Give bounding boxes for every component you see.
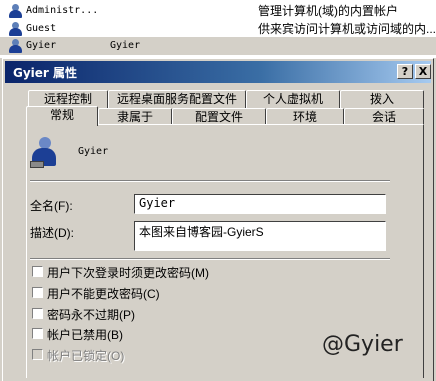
user-list: Administr... 管理计算机(域)的内置帐户 Guest 供来宾访问计算… bbox=[0, 0, 436, 58]
dialog-title: Gyier 属性 bbox=[13, 66, 78, 80]
close-button[interactable]: X bbox=[415, 64, 431, 79]
user-display-name: Gyier bbox=[78, 146, 109, 157]
description-label: 描述(D): bbox=[30, 226, 74, 240]
checkbox-label: 密码永不过期(P) bbox=[47, 308, 135, 322]
checkbox[interactable] bbox=[32, 308, 43, 319]
description-value: 本图来自博客园-GyierS bbox=[139, 225, 264, 239]
watermark: @Gyier bbox=[322, 332, 403, 357]
checkbox bbox=[32, 349, 43, 360]
fullname-value: Gyier bbox=[139, 196, 176, 210]
tab-general[interactable]: 常规 bbox=[26, 106, 98, 126]
checkbox-label: 帐户已禁用(B) bbox=[47, 328, 123, 342]
user-row-administrator[interactable]: Administr... 管理计算机(域)的内置帐户 bbox=[0, 2, 436, 20]
tab-personal-vm[interactable]: 个人虚拟机 bbox=[246, 90, 340, 108]
user-name: Guest bbox=[26, 23, 57, 34]
user-row-guest[interactable]: Guest 供来宾访问计算机或访问域的内... bbox=[0, 20, 436, 38]
tab-remote-desktop-profile[interactable]: 远程桌面服务配置文件 bbox=[108, 90, 246, 108]
user-row-gyier[interactable]: Gyier Gyier bbox=[0, 37, 436, 55]
fullname-field[interactable]: Gyier bbox=[134, 194, 386, 214]
user-name: Administr... bbox=[26, 5, 99, 16]
checkbox[interactable] bbox=[32, 287, 43, 298]
user-fullname: Gyier bbox=[110, 40, 141, 51]
user-icon bbox=[8, 22, 23, 36]
checkbox-label: 用户不能更改密码(C) bbox=[47, 287, 160, 301]
tab-dial-in[interactable]: 拨入 bbox=[340, 90, 424, 108]
checkbox-label: 帐户已锁定(O) bbox=[47, 349, 125, 363]
user-avatar-icon bbox=[30, 137, 58, 169]
checkbox[interactable] bbox=[32, 328, 43, 339]
user-description: 供来宾访问计算机或访问域的内... bbox=[258, 22, 436, 36]
description-field[interactable]: 本图来自博客园-GyierS bbox=[134, 221, 386, 251]
title-bar[interactable]: Gyier 属性 ? X bbox=[5, 61, 431, 83]
checkbox[interactable] bbox=[32, 266, 43, 277]
separator bbox=[30, 258, 390, 260]
checkbox-label: 用户下次登录时须更改密码(M) bbox=[47, 266, 209, 280]
user-icon bbox=[8, 39, 23, 53]
user-name: Gyier bbox=[26, 40, 57, 51]
fullname-label: 全名(F): bbox=[30, 199, 73, 213]
separator bbox=[30, 180, 390, 182]
help-button[interactable]: ? bbox=[397, 64, 413, 79]
user-icon bbox=[8, 4, 23, 18]
user-description: 管理计算机(域)的内置帐户 bbox=[258, 4, 398, 18]
